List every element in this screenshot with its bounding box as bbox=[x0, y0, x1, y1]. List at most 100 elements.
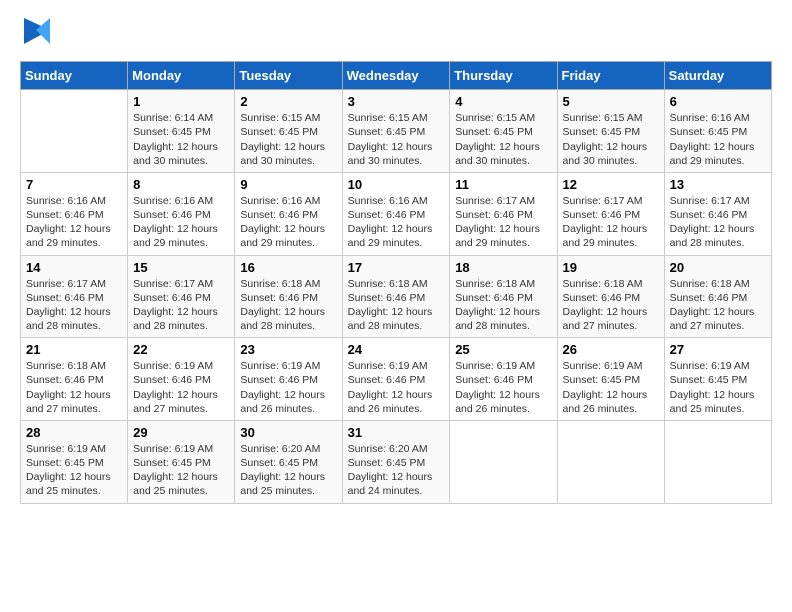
week-row-1: 1 Sunrise: 6:14 AM Sunset: 6:45 PM Daylig… bbox=[21, 90, 772, 173]
calendar-cell: 1 Sunrise: 6:14 AM Sunset: 6:45 PM Daylig… bbox=[128, 90, 235, 173]
calendar-cell: 28 Sunrise: 6:19 AM Sunset: 6:45 PM Dayli… bbox=[21, 420, 128, 503]
logo bbox=[20, 20, 52, 51]
day-number: 7 bbox=[26, 177, 122, 192]
day-number: 27 bbox=[670, 342, 766, 357]
cell-content: Sunrise: 6:18 AM Sunset: 6:46 PM Dayligh… bbox=[26, 359, 122, 416]
cell-content: Sunrise: 6:19 AM Sunset: 6:45 PM Dayligh… bbox=[563, 359, 659, 416]
calendar-cell: 31 Sunrise: 6:20 AM Sunset: 6:45 PM Dayli… bbox=[342, 420, 450, 503]
cell-content: Sunrise: 6:15 AM Sunset: 6:45 PM Dayligh… bbox=[240, 111, 336, 168]
calendar-cell: 25 Sunrise: 6:19 AM Sunset: 6:46 PM Dayli… bbox=[450, 338, 557, 421]
calendar-cell: 5 Sunrise: 6:15 AM Sunset: 6:45 PM Daylig… bbox=[557, 90, 664, 173]
calendar-cell: 6 Sunrise: 6:16 AM Sunset: 6:45 PM Daylig… bbox=[664, 90, 771, 173]
calendar-cell: 18 Sunrise: 6:18 AM Sunset: 6:46 PM Dayli… bbox=[450, 255, 557, 338]
calendar-cell: 21 Sunrise: 6:18 AM Sunset: 6:46 PM Dayli… bbox=[21, 338, 128, 421]
cell-content: Sunrise: 6:18 AM Sunset: 6:46 PM Dayligh… bbox=[563, 277, 659, 334]
day-number: 18 bbox=[455, 260, 551, 275]
cell-content: Sunrise: 6:19 AM Sunset: 6:46 PM Dayligh… bbox=[348, 359, 445, 416]
header-row: SundayMondayTuesdayWednesdayThursdayFrid… bbox=[21, 62, 772, 90]
calendar-cell: 16Sunrise: 6:18 AM Sunset: 6:46 PM Dayli… bbox=[235, 255, 342, 338]
day-number: 20 bbox=[670, 260, 766, 275]
calendar-cell: 15Sunrise: 6:17 AM Sunset: 6:46 PM Dayli… bbox=[128, 255, 235, 338]
day-number: 24 bbox=[348, 342, 445, 357]
calendar-cell bbox=[450, 420, 557, 503]
logo-icon bbox=[22, 16, 52, 46]
day-number: 25 bbox=[455, 342, 551, 357]
calendar-cell: 10 Sunrise: 6:16 AM Sunset: 6:46 PM Dayli… bbox=[342, 172, 450, 255]
cell-content: Sunrise: 6:17 AM Sunset: 6:46 PM Dayligh… bbox=[26, 277, 122, 334]
week-row-4: 21 Sunrise: 6:18 AM Sunset: 6:46 PM Dayli… bbox=[21, 338, 772, 421]
cell-content: Sunrise: 6:14 AM Sunset: 6:45 PM Dayligh… bbox=[133, 111, 229, 168]
calendar-cell bbox=[21, 90, 128, 173]
header-day-thursday: Thursday bbox=[450, 62, 557, 90]
page-header bbox=[20, 20, 772, 51]
day-number: 6 bbox=[670, 94, 766, 109]
day-number: 16 bbox=[240, 260, 336, 275]
calendar-cell: 23 Sunrise: 6:19 AM Sunset: 6:46 PM Dayli… bbox=[235, 338, 342, 421]
cell-content: Sunrise: 6:17 AM Sunset: 6:46 PM Dayligh… bbox=[670, 194, 766, 251]
day-number: 30 bbox=[240, 425, 336, 440]
day-number: 8 bbox=[133, 177, 229, 192]
header-day-monday: Monday bbox=[128, 62, 235, 90]
day-number: 4 bbox=[455, 94, 551, 109]
day-number: 5 bbox=[563, 94, 659, 109]
header-day-sunday: Sunday bbox=[21, 62, 128, 90]
calendar-cell: 3Sunrise: 6:15 AM Sunset: 6:45 PM Daylig… bbox=[342, 90, 450, 173]
calendar-cell: 29 Sunrise: 6:19 AM Sunset: 6:45 PM Dayli… bbox=[128, 420, 235, 503]
day-number: 2 bbox=[240, 94, 336, 109]
cell-content: Sunrise: 6:15 AM Sunset: 6:45 PM Dayligh… bbox=[563, 111, 659, 168]
header-day-wednesday: Wednesday bbox=[342, 62, 450, 90]
cell-content: Sunrise: 6:18 AM Sunset: 6:46 PM Dayligh… bbox=[348, 277, 445, 334]
header-day-friday: Friday bbox=[557, 62, 664, 90]
calendar-cell: 14Sunrise: 6:17 AM Sunset: 6:46 PM Dayli… bbox=[21, 255, 128, 338]
cell-content: Sunrise: 6:16 AM Sunset: 6:46 PM Dayligh… bbox=[240, 194, 336, 251]
calendar-cell: 27 Sunrise: 6:19 AM Sunset: 6:45 PM Dayli… bbox=[664, 338, 771, 421]
cell-content: Sunrise: 6:17 AM Sunset: 6:46 PM Dayligh… bbox=[563, 194, 659, 251]
day-number: 31 bbox=[348, 425, 445, 440]
calendar-cell: 8Sunrise: 6:16 AM Sunset: 6:46 PM Daylig… bbox=[128, 172, 235, 255]
cell-content: Sunrise: 6:19 AM Sunset: 6:46 PM Dayligh… bbox=[133, 359, 229, 416]
cell-content: Sunrise: 6:19 AM Sunset: 6:45 PM Dayligh… bbox=[26, 442, 122, 499]
calendar-cell bbox=[664, 420, 771, 503]
day-number: 29 bbox=[133, 425, 229, 440]
cell-content: Sunrise: 6:20 AM Sunset: 6:45 PM Dayligh… bbox=[240, 442, 336, 499]
calendar-cell: 24 Sunrise: 6:19 AM Sunset: 6:46 PM Dayli… bbox=[342, 338, 450, 421]
calendar-cell: 26 Sunrise: 6:19 AM Sunset: 6:45 PM Dayli… bbox=[557, 338, 664, 421]
calendar-cell: 2 Sunrise: 6:15 AM Sunset: 6:45 PM Daylig… bbox=[235, 90, 342, 173]
cell-content: Sunrise: 6:20 AM Sunset: 6:45 PM Dayligh… bbox=[348, 442, 445, 499]
day-number: 13 bbox=[670, 177, 766, 192]
calendar-table: SundayMondayTuesdayWednesdayThursdayFrid… bbox=[20, 61, 772, 503]
day-number: 11 bbox=[455, 177, 551, 192]
cell-content: Sunrise: 6:19 AM Sunset: 6:46 PM Dayligh… bbox=[455, 359, 551, 416]
day-number: 28 bbox=[26, 425, 122, 440]
day-number: 10 bbox=[348, 177, 445, 192]
cell-content: Sunrise: 6:18 AM Sunset: 6:46 PM Dayligh… bbox=[670, 277, 766, 334]
day-number: 21 bbox=[26, 342, 122, 357]
week-row-3: 14Sunrise: 6:17 AM Sunset: 6:46 PM Dayli… bbox=[21, 255, 772, 338]
calendar-cell: 11Sunrise: 6:17 AM Sunset: 6:46 PM Dayli… bbox=[450, 172, 557, 255]
cell-content: Sunrise: 6:16 AM Sunset: 6:45 PM Dayligh… bbox=[670, 111, 766, 168]
cell-content: Sunrise: 6:16 AM Sunset: 6:46 PM Dayligh… bbox=[348, 194, 445, 251]
cell-content: Sunrise: 6:16 AM Sunset: 6:46 PM Dayligh… bbox=[26, 194, 122, 251]
day-number: 19 bbox=[563, 260, 659, 275]
calendar-cell: 22 Sunrise: 6:19 AM Sunset: 6:46 PM Dayli… bbox=[128, 338, 235, 421]
week-row-5: 28 Sunrise: 6:19 AM Sunset: 6:45 PM Dayli… bbox=[21, 420, 772, 503]
cell-content: Sunrise: 6:19 AM Sunset: 6:46 PM Dayligh… bbox=[240, 359, 336, 416]
day-number: 22 bbox=[133, 342, 229, 357]
calendar-cell: 17Sunrise: 6:18 AM Sunset: 6:46 PM Dayli… bbox=[342, 255, 450, 338]
day-number: 23 bbox=[240, 342, 336, 357]
day-number: 26 bbox=[563, 342, 659, 357]
calendar-cell: 19 Sunrise: 6:18 AM Sunset: 6:46 PM Dayli… bbox=[557, 255, 664, 338]
cell-content: Sunrise: 6:15 AM Sunset: 6:45 PM Dayligh… bbox=[455, 111, 551, 168]
cell-content: Sunrise: 6:15 AM Sunset: 6:45 PM Dayligh… bbox=[348, 111, 445, 168]
cell-content: Sunrise: 6:19 AM Sunset: 6:45 PM Dayligh… bbox=[670, 359, 766, 416]
calendar-cell: 20 Sunrise: 6:18 AM Sunset: 6:46 PM Dayli… bbox=[664, 255, 771, 338]
calendar-cell: 9 Sunrise: 6:16 AM Sunset: 6:46 PM Daylig… bbox=[235, 172, 342, 255]
day-number: 9 bbox=[240, 177, 336, 192]
header-day-saturday: Saturday bbox=[664, 62, 771, 90]
calendar-cell: 30 Sunrise: 6:20 AM Sunset: 6:45 PM Dayli… bbox=[235, 420, 342, 503]
cell-content: Sunrise: 6:18 AM Sunset: 6:46 PM Dayligh… bbox=[455, 277, 551, 334]
cell-content: Sunrise: 6:19 AM Sunset: 6:45 PM Dayligh… bbox=[133, 442, 229, 499]
calendar-cell bbox=[557, 420, 664, 503]
day-number: 1 bbox=[133, 94, 229, 109]
day-number: 15 bbox=[133, 260, 229, 275]
